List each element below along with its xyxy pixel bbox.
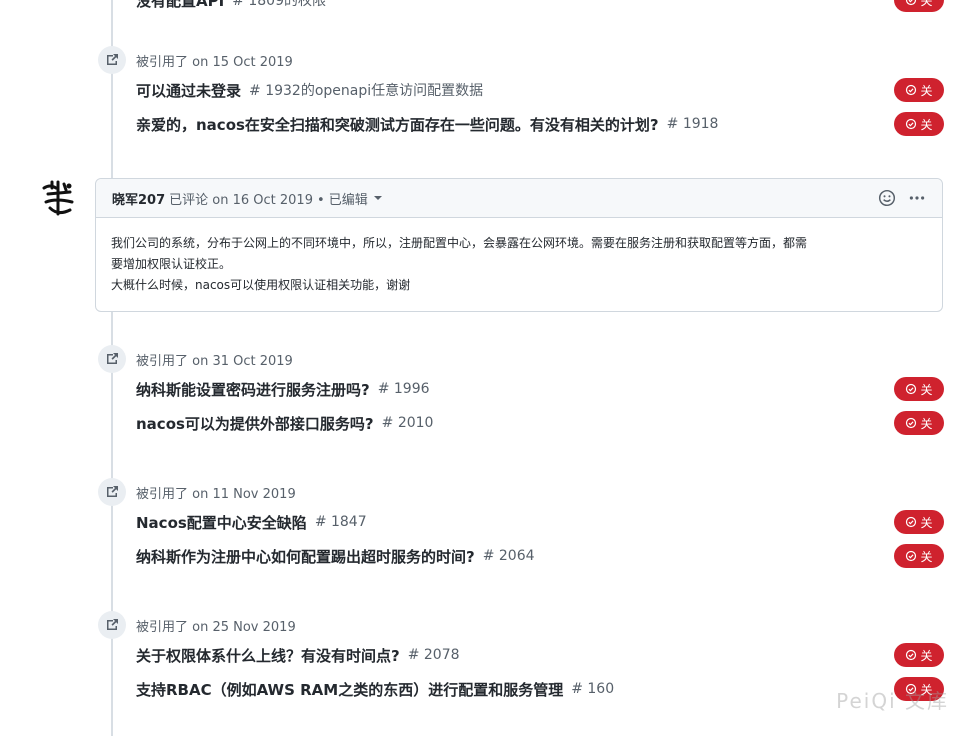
reference-number[interactable]: # 1932的openapi任意访问配置数据 [249, 80, 483, 100]
reference-title[interactable]: 关于权限体系什么上线？有没有时间点? [136, 645, 400, 666]
comment-line: 我们公司的系统，分布于公网上的不同环境中，所以，注册配置中心，会暴露在公网环境。… [111, 236, 808, 250]
reference-number[interactable]: # 1847 [315, 514, 367, 530]
status-label: 关 [920, 0, 933, 8]
cross-reference-icon [107, 353, 118, 364]
issue-closed-icon [906, 417, 917, 429]
cross-reference-badge [98, 345, 126, 373]
closed-status-badge: 关 [894, 112, 944, 136]
comment-actions [878, 179, 926, 217]
reference-title[interactable]: nacos可以为提供外部接口服务吗? [136, 413, 374, 434]
reference-title[interactable]: 可以通过未登录 [136, 80, 241, 101]
status-label: 关 [920, 382, 933, 397]
edited-label: • 已编辑 [316, 192, 368, 208]
reference-header: 被引用了 on 31 Oct 2019 [98, 345, 293, 373]
reference-title[interactable]: 支持RBAC（例如AWS RAM之类的东西）进行配置和服务管理 [136, 679, 563, 700]
status-label: 关 [920, 416, 933, 431]
reference-meta: 被引用了 on 15 Oct 2019 [136, 54, 293, 70]
cross-reference-icon [107, 619, 118, 630]
reference-number[interactable]: # 1918 [667, 116, 719, 132]
reference-header: 被引用了 on 15 Oct 2019 [98, 46, 293, 74]
comment-author[interactable]: 晓军207 [112, 189, 165, 208]
reference-header: 被引用了 on 11 Nov 2019 [98, 478, 296, 506]
reference-item[interactable]: 可以通过未登录 # 1932的openapi任意访问配置数据 关 [136, 78, 944, 102]
chevron-down-icon [373, 196, 382, 200]
reference-meta: 被引用了 on 11 Nov 2019 [136, 486, 296, 502]
kebab-horizontal-icon[interactable] [908, 189, 926, 207]
reference-item[interactable]: Nacos配置中心安全缺陷 # 1847 关 [136, 510, 944, 534]
reference-header: 被引用了 on 25 Nov 2019 [98, 611, 296, 639]
closed-status-badge: 关 [894, 643, 944, 667]
edited-dropdown[interactable]: • 已编辑 [317, 189, 382, 208]
watermark: PeiQi 文库 [836, 689, 949, 713]
cross-reference-badge [98, 611, 126, 639]
comment-box: 晓军207 已评论 on 16 Oct 2019 • 已编辑 我们公司的系统，分… [95, 178, 943, 312]
issue-closed-icon [906, 118, 917, 130]
issue-timeline-page: 没有配置API # 1809的权限 关 被引用了 on 15 Oct 2019 … [0, 0, 959, 736]
closed-status-badge: 关 [894, 377, 944, 401]
cross-reference-icon [107, 54, 118, 65]
reference-title[interactable]: 亲爱的，nacos在安全扫描和突破测试方面存在一些问题。有没有相关的计划? [136, 114, 659, 135]
comment-line: 要增加权限认证校正。 [111, 257, 232, 271]
issue-closed-icon [906, 0, 917, 6]
cross-reference-badge [98, 46, 126, 74]
comment-timestamp[interactable]: 已评论 on 16 Oct 2019 [169, 189, 313, 208]
reference-item[interactable]: 亲爱的，nacos在安全扫描和突破测试方面存在一些问题。有没有相关的计划? # … [136, 112, 944, 136]
reference-item[interactable]: 支持RBAC（例如AWS RAM之类的东西）进行配置和服务管理 # 160 关 [136, 677, 944, 701]
reference-item[interactable]: 纳科斯能设置密码进行服务注册吗? # 1996 关 [136, 377, 944, 401]
reference-number[interactable]: # 1809的权限 [232, 0, 326, 10]
status-label: 关 [920, 648, 933, 663]
reference-number[interactable]: # 2064 [483, 548, 535, 564]
reference-number[interactable]: # 2078 [408, 647, 460, 663]
reference-item-partial[interactable]: 没有配置API # 1809的权限 关 [136, 0, 944, 12]
issue-closed-icon [906, 550, 917, 562]
cross-reference-icon [107, 486, 118, 497]
reference-meta: 被引用了 on 25 Nov 2019 [136, 619, 296, 635]
issue-closed-icon [906, 649, 917, 661]
closed-status-badge: 关 [894, 510, 944, 534]
issue-closed-icon [906, 516, 917, 528]
reference-item[interactable]: 关于权限体系什么上线？有没有时间点? # 2078 关 [136, 643, 944, 667]
reference-title[interactable]: 纳科斯能设置密码进行服务注册吗? [136, 379, 370, 400]
cross-reference-badge [98, 478, 126, 506]
comment-header: 晓军207 已评论 on 16 Oct 2019 • 已编辑 [96, 179, 942, 218]
reference-number[interactable]: # 1996 [378, 381, 430, 397]
comment-line: 大概什么时候，nacos可以使用权限认证相关功能，谢谢 [111, 278, 411, 292]
avatar[interactable] [36, 176, 80, 220]
reference-title[interactable]: 纳科斯作为注册中心如何配置踢出超时服务的时间? [136, 546, 475, 567]
status-label: 关 [920, 83, 933, 98]
reference-title[interactable]: 没有配置API [136, 0, 224, 11]
reference-item[interactable]: nacos可以为提供外部接口服务吗? # 2010 关 [136, 411, 944, 435]
smiley-icon[interactable] [878, 189, 896, 207]
closed-status-badge: 关 [894, 411, 944, 435]
reference-number[interactable]: # 2010 [382, 415, 434, 431]
status-label: 关 [920, 117, 933, 132]
reference-number[interactable]: # 160 [571, 681, 614, 697]
status-label: 关 [920, 549, 933, 564]
reference-meta: 被引用了 on 31 Oct 2019 [136, 353, 293, 369]
reference-item[interactable]: 纳科斯作为注册中心如何配置踢出超时服务的时间? # 2064 关 [136, 544, 944, 568]
issue-closed-icon [906, 84, 917, 96]
issue-closed-icon [906, 383, 917, 395]
status-label: 关 [920, 515, 933, 530]
closed-status-badge: 关 [894, 78, 944, 102]
closed-status-badge: 关 [894, 0, 944, 12]
comment-body: 我们公司的系统，分布于公网上的不同环境中，所以，注册配置中心，会暴露在公网环境。… [96, 218, 942, 296]
closed-status-badge: 关 [894, 544, 944, 568]
reference-title[interactable]: Nacos配置中心安全缺陷 [136, 512, 307, 533]
